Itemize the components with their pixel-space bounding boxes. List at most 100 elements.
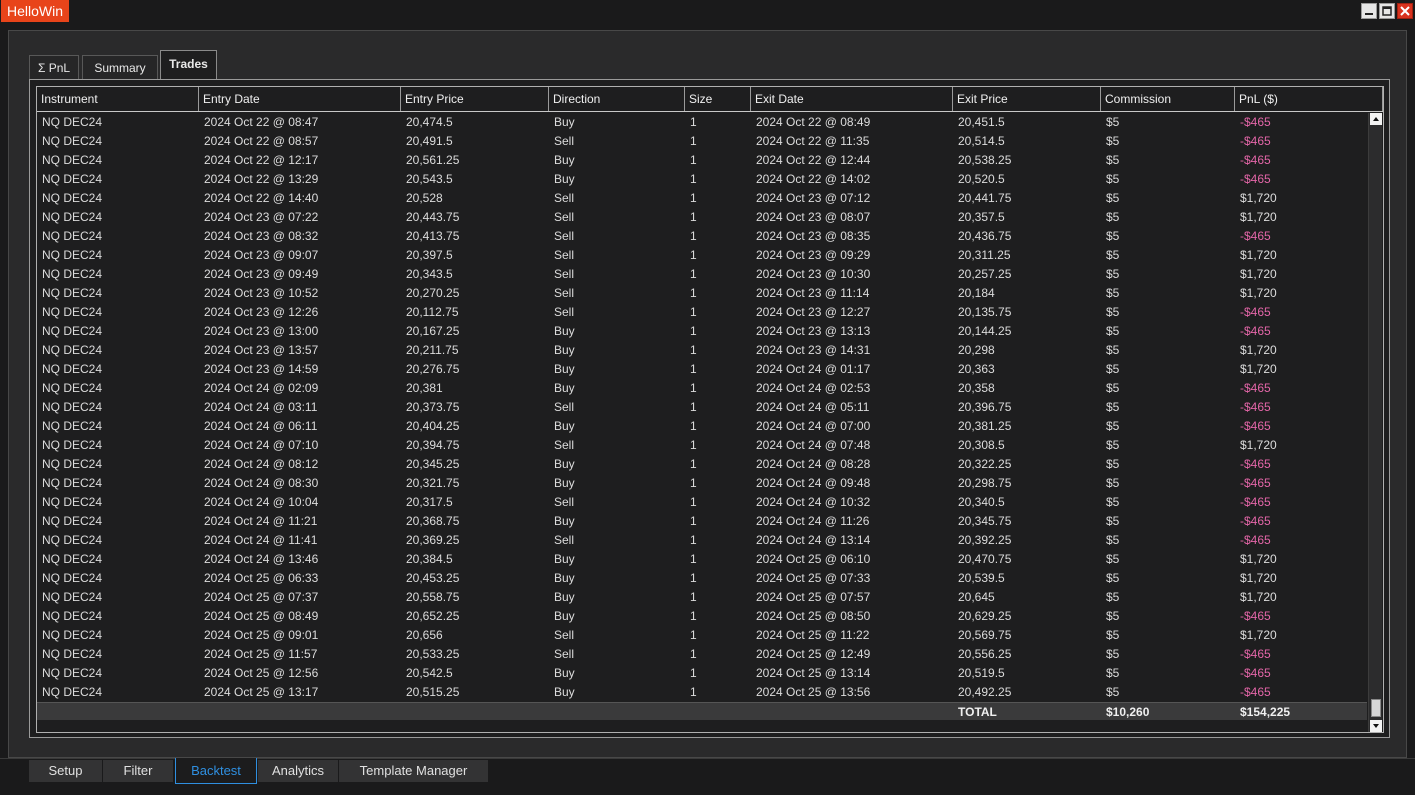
table-row[interactable]: NQ DEC24 2024 Oct 22 @ 14:40 20,528 Sell 1 20… <box>37 189 1367 208</box>
close-icon[interactable] <box>1397 3 1413 19</box>
col-commission-cell: $5 <box>1106 153 1120 167</box>
col-exit-date-cell: 2024 Oct 24 @ 07:00 <box>756 419 871 433</box>
tab-template-manager[interactable]: Template Manager <box>339 760 488 782</box>
tab-setup[interactable]: Setup <box>29 760 102 782</box>
totals-row: TOTAL $10,260 $154,225 <box>37 702 1367 720</box>
col-commission-cell: $5 <box>1106 286 1120 300</box>
table-row[interactable]: NQ DEC24 2024 Oct 24 @ 08:12 20,345.25 Buy 1… <box>37 455 1367 474</box>
col-entry-date-cell: 2024 Oct 23 @ 09:07 <box>204 248 319 262</box>
table-header: Instrument Entry Date Entry Price Direction… <box>37 87 1383 112</box>
tab-filter[interactable]: Filter <box>103 760 173 782</box>
col-size-cell: 1 <box>690 533 697 547</box>
table-row[interactable]: NQ DEC24 2024 Oct 23 @ 07:22 20,443.75 Sell… <box>37 208 1367 227</box>
header-col-direction[interactable]: Direction <box>549 87 685 111</box>
header-col-entry-price[interactable]: Entry Price <box>401 87 549 111</box>
col-entry-price-cell: 20,368.75 <box>406 514 460 528</box>
table-row[interactable]: NQ DEC24 2024 Oct 24 @ 11:41 20,369.25 Sell… <box>37 531 1367 550</box>
table-row[interactable]: NQ DEC24 2024 Oct 22 @ 13:29 20,543.5 Buy 1 2… <box>37 170 1367 189</box>
col-commission-cell: $5 <box>1106 134 1120 148</box>
col-instrument-cell: NQ DEC24 <box>42 514 103 528</box>
header-col-size[interactable]: Size <box>685 87 751 111</box>
col-pnl-cell: -$465 <box>1240 685 1271 699</box>
header-col-entry-date[interactable]: Entry Date <box>199 87 401 111</box>
table-row[interactable]: NQ DEC24 2024 Oct 25 @ 09:01 20,656 Sell 1 20… <box>37 626 1367 645</box>
table-row[interactable]: NQ DEC24 2024 Oct 23 @ 08:32 20,413.75 Sell… <box>37 227 1367 246</box>
header-col-exit-date[interactable]: Exit Date <box>751 87 953 111</box>
table-row[interactable]: NQ DEC24 2024 Oct 24 @ 03:11 20,373.75 Sell… <box>37 398 1367 417</box>
col-entry-date-cell: 2024 Oct 25 @ 12:56 <box>204 666 319 680</box>
minimize-icon[interactable] <box>1361 3 1377 19</box>
table-row[interactable]: NQ DEC24 2024 Oct 25 @ 07:37 20,558.75 Buy 1… <box>37 588 1367 607</box>
col-exit-date-cell: 2024 Oct 23 @ 08:35 <box>756 229 871 243</box>
col-pnl-cell: $1,720 <box>1240 210 1277 224</box>
col-commission-cell: $5 <box>1106 476 1120 490</box>
col-direction-cell: Buy <box>554 381 575 395</box>
table-row[interactable]: NQ DEC24 2024 Oct 24 @ 02:09 20,381 Buy 1 202… <box>37 379 1367 398</box>
tab-trades[interactable]: Trades <box>160 50 217 80</box>
tab-sigma-pnl[interactable]: Σ PnL <box>29 55 79 79</box>
tab-analytics[interactable]: Analytics <box>258 760 338 782</box>
col-instrument-cell: NQ DEC24 <box>42 210 103 224</box>
header-col-commission[interactable]: Commission <box>1101 87 1235 111</box>
col-pnl-cell: -$465 <box>1240 609 1271 623</box>
col-instrument-cell: NQ DEC24 <box>42 590 103 604</box>
col-exit-date-cell: 2024 Oct 24 @ 09:48 <box>756 476 871 490</box>
tab-backtest[interactable]: Backtest <box>175 758 257 784</box>
col-commission-cell: $5 <box>1106 210 1120 224</box>
vertical-scrollbar[interactable] <box>1368 113 1382 732</box>
col-entry-price-cell: 20,652.25 <box>406 609 460 623</box>
tab-summary[interactable]: Summary <box>82 55 158 79</box>
col-instrument-cell: NQ DEC24 <box>42 438 103 452</box>
title-bar: HelloWin <box>0 0 1415 22</box>
col-direction-cell: Buy <box>554 590 575 604</box>
table-row[interactable]: NQ DEC24 2024 Oct 23 @ 14:59 20,276.75 Buy 1… <box>37 360 1367 379</box>
col-size-cell: 1 <box>690 286 697 300</box>
col-size-cell: 1 <box>690 419 697 433</box>
table-row[interactable]: NQ DEC24 2024 Oct 25 @ 12:56 20,542.5 Buy 1 2… <box>37 664 1367 683</box>
table-row[interactable]: NQ DEC24 2024 Oct 23 @ 13:00 20,167.25 Buy 1… <box>37 322 1367 341</box>
header-col-exit-price[interactable]: Exit Price <box>953 87 1101 111</box>
col-exit-price-cell: 20,569.75 <box>958 628 1012 642</box>
table-row[interactable]: NQ DEC24 2024 Oct 22 @ 08:57 20,491.5 Sell 1… <box>37 132 1367 151</box>
col-exit-date-cell: 2024 Oct 23 @ 08:07 <box>756 210 871 224</box>
table-row[interactable]: NQ DEC24 2024 Oct 24 @ 10:04 20,317.5 Sell 1… <box>37 493 1367 512</box>
table-row[interactable]: NQ DEC24 2024 Oct 23 @ 12:26 20,112.75 Sell… <box>37 303 1367 322</box>
col-entry-price-cell: 20,515.25 <box>406 685 460 699</box>
table-row[interactable]: NQ DEC24 2024 Oct 24 @ 06:11 20,404.25 Buy 1… <box>37 417 1367 436</box>
table-row[interactable]: NQ DEC24 2024 Oct 24 @ 07:10 20,394.75 Sell… <box>37 436 1367 455</box>
scroll-down-icon[interactable] <box>1370 720 1382 732</box>
col-commission-cell: $5 <box>1106 172 1120 186</box>
table-row[interactable]: NQ DEC24 2024 Oct 25 @ 13:17 20,515.25 Buy 1… <box>37 683 1367 702</box>
table-row[interactable]: NQ DEC24 2024 Oct 23 @ 10:52 20,270.25 Sell… <box>37 284 1367 303</box>
table-row[interactable]: NQ DEC24 2024 Oct 24 @ 13:46 20,384.5 Buy 1 2… <box>37 550 1367 569</box>
col-instrument-cell: NQ DEC24 <box>42 666 103 680</box>
table-row[interactable]: NQ DEC24 2024 Oct 23 @ 09:07 20,397.5 Sell 1… <box>37 246 1367 265</box>
col-commission-cell: $5 <box>1106 514 1120 528</box>
table-row[interactable]: NQ DEC24 2024 Oct 24 @ 11:21 20,368.75 Buy 1… <box>37 512 1367 531</box>
table-row[interactable]: NQ DEC24 2024 Oct 23 @ 13:57 20,211.75 Buy 1… <box>37 341 1367 360</box>
scroll-up-icon[interactable] <box>1370 113 1382 125</box>
col-direction-cell: Buy <box>554 685 575 699</box>
header-col-instrument[interactable]: Instrument <box>37 87 199 111</box>
col-instrument-cell: NQ DEC24 <box>42 609 103 623</box>
table-row[interactable]: NQ DEC24 2024 Oct 24 @ 08:30 20,321.75 Buy 1… <box>37 474 1367 493</box>
col-instrument-cell: NQ DEC24 <box>42 571 103 585</box>
table-row[interactable]: NQ DEC24 2024 Oct 25 @ 06:33 20,453.25 Buy 1… <box>37 569 1367 588</box>
table-row[interactable]: NQ DEC24 2024 Oct 25 @ 11:57 20,533.25 Sell… <box>37 645 1367 664</box>
maximize-icon[interactable] <box>1379 3 1395 19</box>
table-row[interactable]: NQ DEC24 2024 Oct 25 @ 08:49 20,652.25 Buy 1… <box>37 607 1367 626</box>
scrollbar-thumb[interactable] <box>1371 699 1381 717</box>
col-size-cell: 1 <box>690 115 697 129</box>
col-commission-cell: $5 <box>1106 685 1120 699</box>
table-row[interactable]: NQ DEC24 2024 Oct 23 @ 09:49 20,343.5 Sell 1… <box>37 265 1367 284</box>
table-row[interactable]: NQ DEC24 2024 Oct 22 @ 08:47 20,474.5 Buy 1 2… <box>37 113 1367 132</box>
table-row[interactable]: NQ DEC24 2024 Oct 22 @ 12:17 20,561.25 Buy 1… <box>37 151 1367 170</box>
col-commission-cell: $5 <box>1106 647 1120 661</box>
col-exit-price-cell: 20,345.75 <box>958 514 1012 528</box>
header-col-pnl[interactable]: PnL ($) <box>1235 87 1383 111</box>
col-entry-date-cell: 2024 Oct 24 @ 06:11 <box>204 419 318 433</box>
col-exit-price-cell: 20,357.5 <box>958 210 1005 224</box>
col-entry-price-cell: 20,381 <box>406 381 443 395</box>
col-direction-cell: Sell <box>554 647 575 661</box>
col-direction-cell: Sell <box>554 495 575 509</box>
